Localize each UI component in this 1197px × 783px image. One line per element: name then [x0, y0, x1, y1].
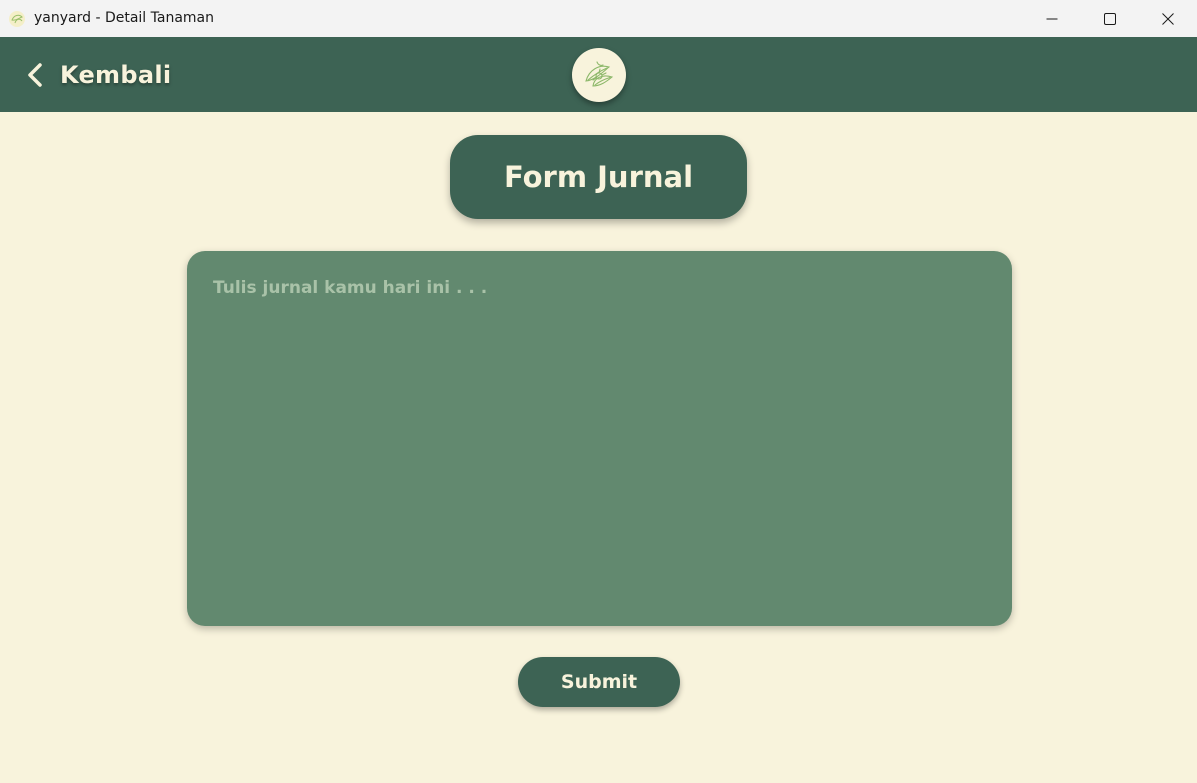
submit-button[interactable]: Submit — [518, 657, 680, 707]
maximize-icon — [1104, 12, 1116, 25]
minimize-button[interactable] — [1023, 0, 1081, 37]
plant-logo-icon — [585, 61, 614, 87]
back-button[interactable]: Kembali — [22, 55, 171, 95]
journal-container — [187, 251, 1012, 626]
chevron-left-icon — [28, 63, 42, 87]
maximize-button[interactable] — [1081, 0, 1139, 37]
app-logo — [572, 48, 626, 102]
minimize-icon — [1046, 18, 1058, 19]
journal-input[interactable] — [187, 251, 1012, 626]
window-titlebar: yanyard - Detail Tanaman — [0, 0, 1197, 37]
close-button[interactable] — [1139, 0, 1197, 37]
form-title: Form Jurnal — [450, 135, 747, 219]
app-logo-icon — [8, 10, 26, 28]
window-title: yanyard - Detail Tanaman — [34, 10, 214, 26]
close-icon — [1162, 12, 1174, 25]
app-header: Kembali — [0, 37, 1197, 112]
back-button-label: Kembali — [60, 61, 172, 89]
